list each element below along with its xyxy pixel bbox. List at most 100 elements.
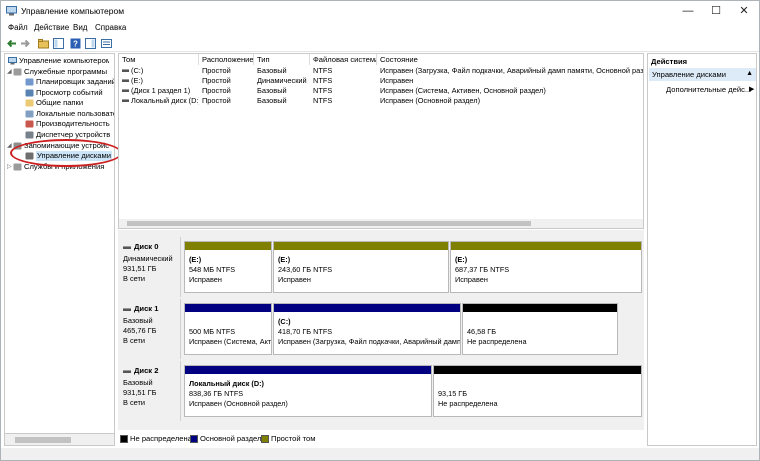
volume-cell[interactable]: Исправен (Загрузка, Файл подкачки, Авари… bbox=[377, 66, 644, 76]
legend-label-primary: Основной раздел bbox=[200, 434, 262, 443]
expand-chevron-icon[interactable]: ▷ bbox=[7, 162, 12, 172]
volume-cell[interactable]: Исправен (Система, Активен, Основной раз… bbox=[377, 86, 643, 96]
cell-text: (E:) bbox=[131, 76, 143, 85]
partition-size: 418,70 ГБ NTFS bbox=[278, 327, 333, 336]
maximize-button[interactable]: ☐ bbox=[701, 1, 731, 21]
disk-icon bbox=[123, 369, 131, 373]
partition-block[interactable]: 46,58 ГБ Не распределена bbox=[462, 303, 618, 355]
volume-list-scrollbar[interactable] bbox=[119, 219, 643, 228]
partition-name: Локальный диск (D:) bbox=[189, 379, 264, 388]
partition-block[interactable]: (E:) 687,37 ГБ NTFS Исправен bbox=[450, 241, 642, 293]
menu-file[interactable]: Файл bbox=[8, 23, 28, 32]
volume-cell[interactable]: NTFS bbox=[310, 66, 377, 76]
cell-text: (Диск 1 раздел 1) bbox=[131, 86, 191, 95]
computer-icon bbox=[8, 57, 17, 65]
cell-text: Исправен (Загрузка, Файл подкачки, Авари… bbox=[380, 66, 644, 75]
legend-swatch-simple bbox=[261, 435, 269, 443]
partition-block[interactable]: (E:) 243,60 ГБ NTFS Исправен bbox=[273, 241, 449, 293]
partition-block[interactable]: (C:) 418,70 ГБ NTFS Исправен (Загрузка, Фа… bbox=[273, 303, 461, 355]
cell-text: Динамический bbox=[257, 76, 307, 85]
tree-scrollbar-thumb[interactable] bbox=[15, 437, 71, 443]
disk-size: 931,51 ГБ bbox=[123, 264, 157, 273]
legend: Не распределена Основной раздел Простой … bbox=[118, 433, 644, 446]
col-header-type[interactable]: Тип bbox=[254, 54, 310, 65]
volume-cell[interactable]: NTFS bbox=[310, 86, 377, 96]
tree-item-label: Общие папки bbox=[36, 98, 84, 107]
col-header-filesystem[interactable]: Файловая система bbox=[310, 54, 377, 65]
volume-cell[interactable]: Простой bbox=[199, 86, 254, 96]
col-header-status[interactable]: Состояние bbox=[377, 54, 643, 65]
tree-scrollbar[interactable] bbox=[4, 433, 115, 446]
partition-block[interactable]: 500 МБ NTFS Исправен (Система, Акти bbox=[184, 303, 272, 355]
disk-map: Диск 0 Динамический 931,51 ГБ В сети (E:) 548… bbox=[118, 234, 644, 430]
properties-icon[interactable] bbox=[101, 38, 112, 49]
event-viewer-icon bbox=[25, 89, 34, 97]
scrollbar-thumb[interactable] bbox=[127, 221, 531, 226]
partition-color-bar bbox=[274, 242, 448, 250]
collapse-arrow-icon[interactable]: ▲ bbox=[746, 70, 753, 77]
console-tree-icon[interactable] bbox=[53, 38, 64, 49]
volume-cell[interactable]: Исправен (Основной раздел) bbox=[377, 96, 643, 106]
volume-list: Том Расположение Тип Файловая система Со… bbox=[118, 53, 644, 229]
tree-item-label: Локальные пользовате bbox=[36, 109, 115, 118]
cell-text: Простой bbox=[202, 76, 231, 85]
volume-icon bbox=[122, 99, 129, 102]
disk-info[interactable]: Диск 2 Базовый 931,51 ГБ В сети bbox=[118, 361, 181, 421]
help-icon[interactable]: ? bbox=[70, 38, 81, 49]
cell-text: Базовый bbox=[257, 86, 287, 95]
disk-name: Диск 2 bbox=[123, 366, 158, 375]
volume-cell[interactable]: Простой bbox=[199, 96, 254, 106]
disk-info[interactable]: Диск 0 Динамический 931,51 ГБ В сети bbox=[118, 237, 181, 297]
volume-cell[interactable]: Базовый bbox=[254, 96, 310, 106]
partition-size: 93,15 ГБ bbox=[438, 389, 468, 398]
col-header-volume[interactable]: Том bbox=[119, 54, 199, 65]
partition-size: 46,58 ГБ bbox=[467, 327, 497, 336]
expand-chevron-icon[interactable]: ◢ bbox=[7, 67, 12, 77]
volume-cell[interactable]: NTFS bbox=[310, 76, 377, 86]
volume-cell[interactable]: Исправен bbox=[377, 76, 643, 86]
actions-title: Действия bbox=[651, 57, 688, 66]
disk-info[interactable]: Диск 1 Базовый 465,76 ГБ В сети bbox=[118, 299, 181, 359]
volume-name-cell[interactable]: (C:) bbox=[119, 66, 199, 76]
menu-action[interactable]: Действие bbox=[34, 23, 69, 32]
disk-size: 931,51 ГБ bbox=[123, 388, 157, 397]
volume-name-cell[interactable]: (Диск 1 раздел 1) bbox=[119, 86, 199, 96]
volume-name-cell[interactable]: (E:) bbox=[119, 76, 199, 86]
shared-folder-icon bbox=[25, 99, 34, 107]
device-manager-icon bbox=[25, 131, 34, 139]
volume-cell[interactable]: Базовый bbox=[254, 66, 310, 76]
tree-item-label: Планировщик заданий bbox=[36, 77, 115, 86]
volume-name-cell[interactable]: Локальный диск (D:) bbox=[119, 96, 199, 106]
partition-block[interactable]: 93,15 ГБ Не распределена bbox=[433, 365, 642, 417]
partition-size: 838,36 ГБ NTFS bbox=[189, 389, 244, 398]
volume-cell[interactable]: Базовый bbox=[254, 86, 310, 96]
show-hide-pane-icon[interactable] bbox=[85, 38, 96, 49]
menu-help[interactable]: Справка bbox=[95, 23, 126, 32]
volume-icon bbox=[122, 79, 129, 82]
volume-cell[interactable]: Динамический bbox=[254, 76, 310, 86]
volume-cell[interactable]: Простой bbox=[199, 76, 254, 86]
menu-view[interactable]: Вид bbox=[73, 23, 87, 32]
actions-section-header[interactable]: Управление дисками ▲ bbox=[649, 68, 756, 81]
partition-color-bar bbox=[185, 304, 271, 312]
back-arrow-icon[interactable] bbox=[6, 38, 17, 49]
partition-size: 687,37 ГБ NTFS bbox=[455, 265, 510, 274]
col-header-layout[interactable]: Расположение bbox=[199, 54, 254, 65]
disk-size: 465,76 ГБ bbox=[123, 326, 157, 335]
disk-status: В сети bbox=[123, 274, 146, 283]
forward-arrow-icon[interactable] bbox=[20, 38, 31, 49]
volume-cell[interactable]: NTFS bbox=[310, 96, 377, 106]
actions-section-label: Управление дисками bbox=[652, 70, 726, 79]
volume-icon bbox=[122, 69, 129, 72]
more-actions-item[interactable]: Дополнительные дейс... bbox=[666, 85, 751, 94]
minimize-button[interactable]: — bbox=[673, 1, 703, 21]
up-folder-icon[interactable] bbox=[38, 38, 49, 49]
partition-status: Исправен bbox=[189, 275, 222, 284]
partition-status: Не распределена bbox=[438, 399, 498, 408]
partition-block[interactable]: Локальный диск (D:) 838,36 ГБ NTFS Исправе… bbox=[184, 365, 432, 417]
close-button[interactable]: ✕ bbox=[729, 1, 759, 21]
cell-text: NTFS bbox=[313, 96, 333, 105]
window-title: Управление компьютером bbox=[21, 6, 125, 16]
partition-block[interactable]: (E:) 548 МБ NTFS Исправен bbox=[184, 241, 272, 293]
volume-cell[interactable]: Простой bbox=[199, 66, 254, 76]
